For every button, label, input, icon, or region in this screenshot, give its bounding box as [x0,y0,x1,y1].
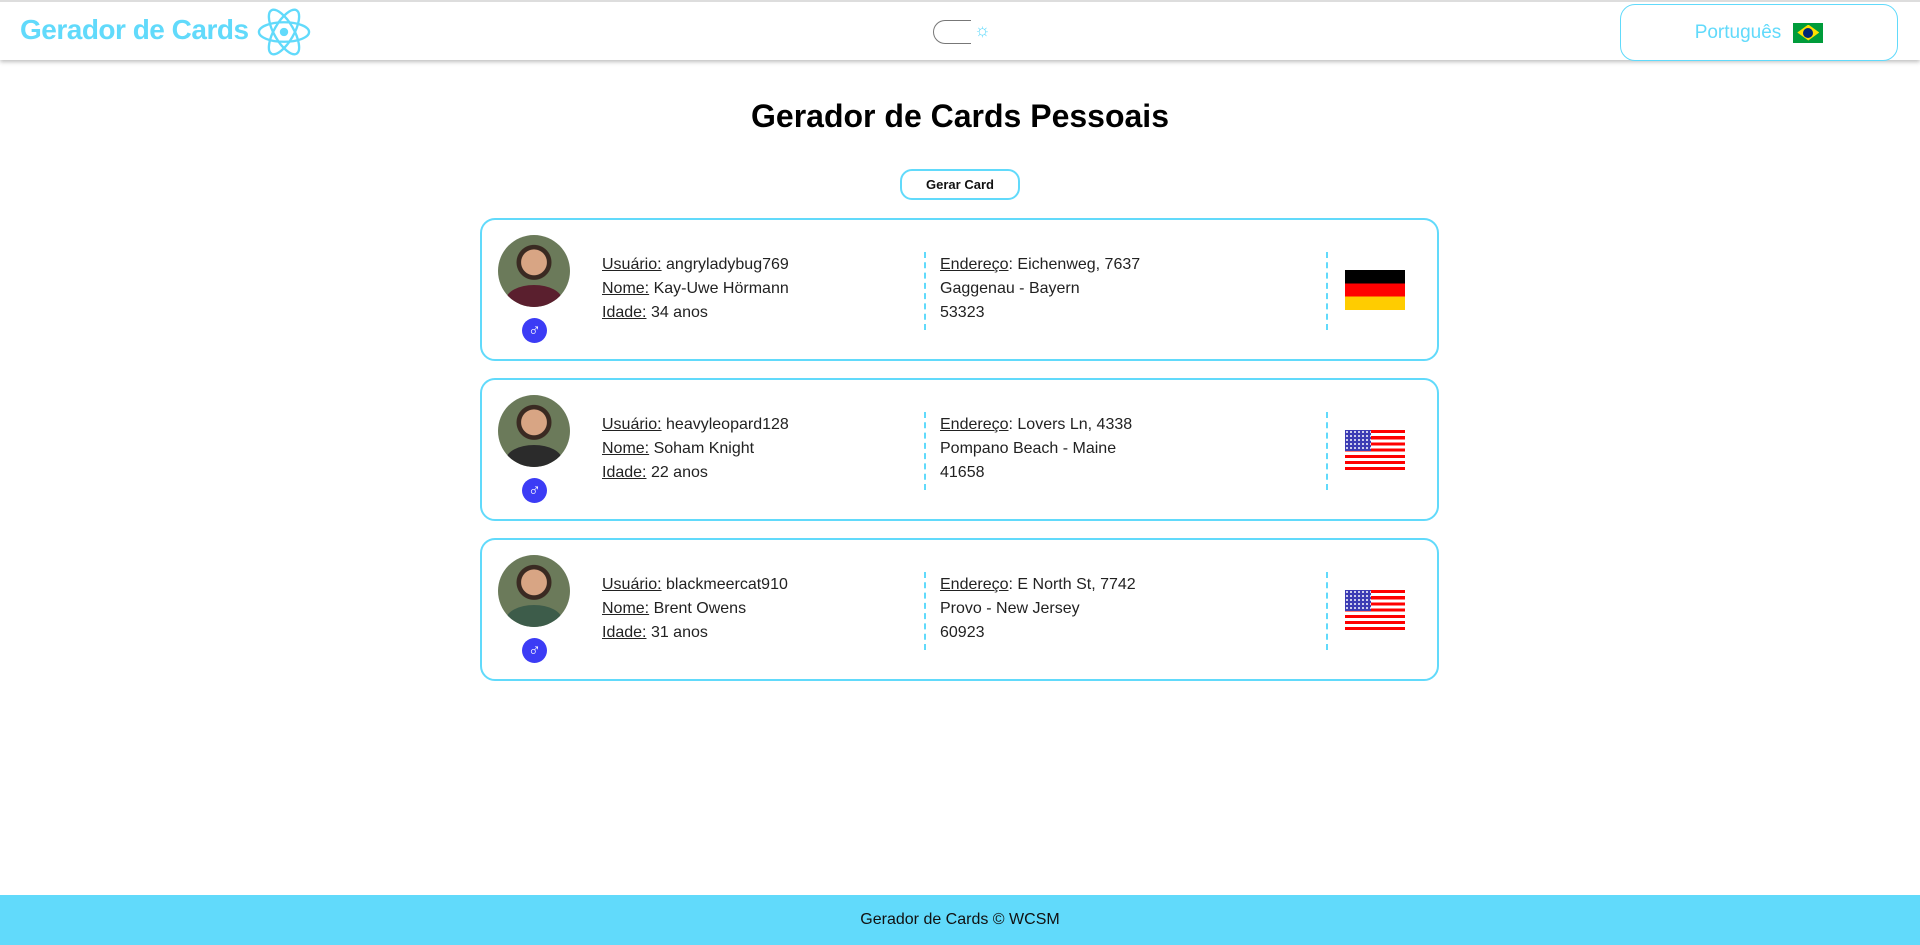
street: : Lovers Ln, 4338 [1008,416,1133,433]
full-name: Kay-Uwe Hörmann [653,280,789,297]
name-label: Nome: [602,440,650,457]
avatar [498,555,570,627]
street: : Eichenweg, 7637 [1008,256,1141,273]
city-state: Pompano Beach - Maine [940,440,1117,457]
age-label: Idade: [602,304,647,321]
germany-flag-icon [1345,270,1405,310]
avatar [498,395,570,467]
user-label: Usuário: [602,416,662,433]
address-info: Endereço: E North St, 7742 Provo - New J… [940,573,1136,645]
react-logo-icon [257,8,311,56]
page-title: Gerador de Cards Pessoais [751,98,1169,134]
username: heavyleopard128 [666,416,789,433]
navbar: Gerador de Cards ☼ Português [0,0,1920,61]
age: 34 anos [650,304,708,321]
divider [1326,412,1328,490]
user-label: Usuário: [602,576,662,593]
address-label: Endereço [940,576,1009,593]
age: 31 anos [650,624,708,641]
city-state: Provo - New Jersey [940,600,1080,617]
divider [924,412,926,490]
age: 22 anos [650,464,708,481]
full-name: Brent Owens [653,600,747,617]
postcode: 41658 [940,464,985,481]
personal-info: Usuário: heavyleopard128 Nome: Soham Kni… [602,413,789,485]
divider [924,252,926,330]
personal-info: Usuário: angryladybug769 Nome: Kay-Uwe H… [602,253,789,325]
full-name: Soham Knight [653,440,755,457]
address-info: Endereço: Lovers Ln, 4338 Pompano Beach … [940,413,1132,485]
user-label: Usuário: [602,256,662,273]
brand-title[interactable]: Gerador de Cards [20,14,249,46]
street: : E North St, 7742 [1008,576,1136,593]
username: angryladybug769 [666,256,789,273]
sun-icon[interactable]: ☼ [974,20,991,41]
generate-card-button[interactable]: Gerar Card [900,169,1020,200]
address-label: Endereço [940,416,1009,433]
avatar [498,235,570,307]
language-button[interactable]: Português [1620,4,1898,61]
footer: Gerador de Cards © WCSM [0,895,1920,945]
divider [924,572,926,650]
language-label: Português [1694,21,1782,43]
divider [1326,572,1328,650]
brazil-flag-icon [1793,22,1824,43]
name-label: Nome: [602,600,650,617]
theme-toggle[interactable] [933,20,971,44]
male-gender-icon: ♂ [522,638,547,663]
address-label: Endereço [940,256,1009,273]
male-gender-icon: ♂ [522,318,547,343]
city-state: Gaggenau - Bayern [940,280,1080,297]
male-gender-icon: ♂ [522,478,547,503]
postcode: 60923 [940,624,985,641]
age-label: Idade: [602,624,647,641]
usa-flag-icon [1345,430,1405,470]
person-card: ♂ Usuário: angryladybug769 Nome: Kay-Uwe… [480,218,1439,361]
divider [1326,252,1328,330]
name-label: Nome: [602,280,650,297]
personal-info: Usuário: blackmeercat910 Nome: Brent Owe… [602,573,788,645]
usa-flag-icon [1345,590,1405,630]
person-card: ♂ Usuário: blackmeercat910 Nome: Brent O… [480,538,1439,681]
address-info: Endereço: Eichenweg, 7637 Gaggenau - Bay… [940,253,1140,325]
username: blackmeercat910 [666,576,788,593]
age-label: Idade: [602,464,647,481]
postcode: 53323 [940,304,985,321]
person-card: ♂ Usuário: heavyleopard128 Nome: Soham K… [480,378,1439,521]
